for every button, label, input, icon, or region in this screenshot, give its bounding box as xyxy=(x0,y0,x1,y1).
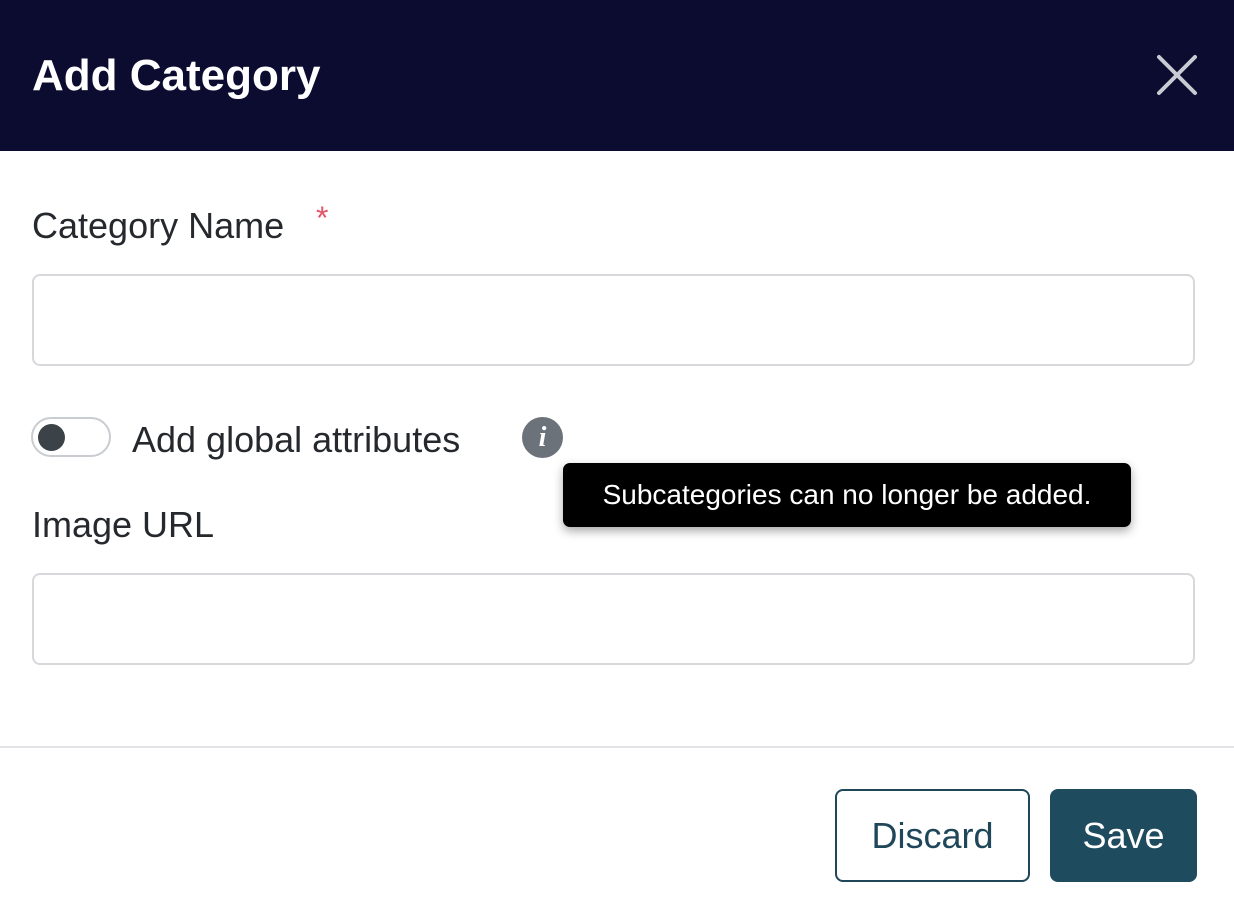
image-url-label: Image URL xyxy=(32,504,215,545)
category-name-label: Category Name xyxy=(32,205,285,246)
save-button[interactable]: Save xyxy=(1050,789,1197,882)
image-url-input[interactable] xyxy=(32,573,1195,665)
modal-header: Add Category xyxy=(0,0,1234,151)
discard-button[interactable]: Discard xyxy=(835,789,1030,882)
toggle-knob xyxy=(38,424,65,451)
close-button[interactable] xyxy=(1154,52,1200,98)
add-category-modal: Add Category Category Name * Add global … xyxy=(0,0,1234,918)
required-marker: * xyxy=(316,200,329,236)
footer-divider xyxy=(0,746,1234,748)
global-attributes-toggle[interactable] xyxy=(31,417,111,457)
modal-title: Add Category xyxy=(32,51,321,100)
close-icon xyxy=(1157,55,1197,95)
category-name-input[interactable] xyxy=(32,274,1195,366)
info-tooltip: Subcategories can no longer be added. xyxy=(563,463,1131,527)
global-attributes-label: Add global attributes xyxy=(132,419,461,460)
info-icon[interactable]: i xyxy=(522,417,563,458)
